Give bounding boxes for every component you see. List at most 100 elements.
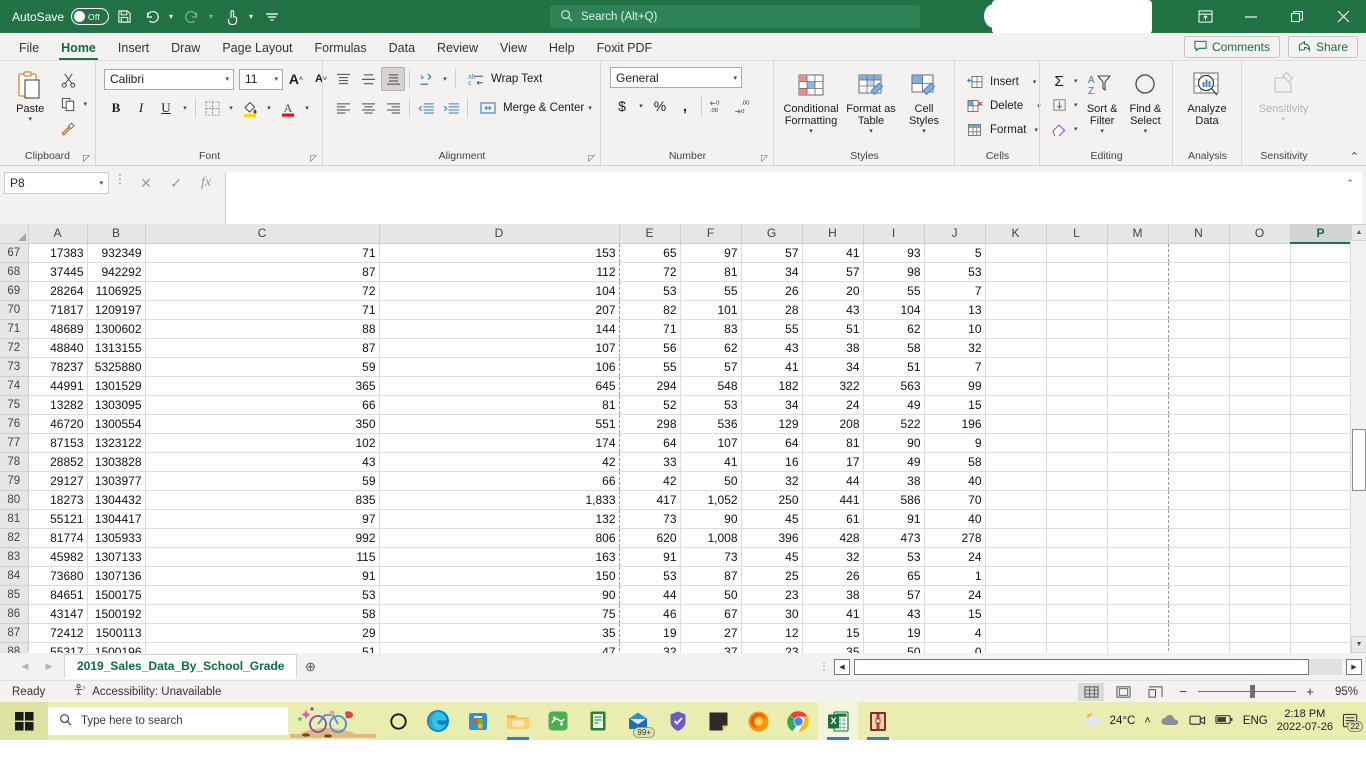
cell-J81[interactable]: 40 (924, 509, 986, 529)
cell-G80[interactable]: 250 (741, 490, 803, 510)
cell-N77[interactable] (1168, 433, 1230, 453)
scroll-down-button[interactable]: ▼ (1351, 636, 1366, 653)
firefox-icon[interactable] (738, 702, 778, 740)
row-header-73[interactable]: 73 (0, 357, 29, 377)
cell-B82[interactable]: 1305933 (87, 528, 146, 548)
cell-D71[interactable]: 144 (379, 319, 620, 339)
cell-F71[interactable]: 83 (680, 319, 742, 339)
horizontal-scroll-thumb[interactable] (854, 658, 1309, 675)
cell-D70[interactable]: 207 (379, 300, 620, 320)
cell-I81[interactable]: 91 (863, 509, 925, 529)
cell-I86[interactable]: 43 (863, 604, 925, 624)
zoom-out-button[interactable]: − (1174, 684, 1192, 699)
cell-M74[interactable] (1107, 376, 1169, 396)
cell-M84[interactable] (1107, 566, 1169, 586)
tab-review[interactable]: Review (426, 38, 489, 60)
cell-N70[interactable] (1168, 300, 1230, 320)
column-header-p[interactable]: P (1290, 224, 1352, 244)
cell-H79[interactable]: 44 (802, 471, 864, 491)
cell-C69[interactable]: 72 (145, 281, 380, 301)
cell-L79[interactable] (1046, 471, 1108, 491)
cell-K71[interactable] (985, 319, 1047, 339)
enter-icon[interactable]: ✓ (161, 172, 191, 194)
cell-N82[interactable] (1168, 528, 1230, 548)
font-color-dropdown-icon[interactable]: ▾ (301, 96, 313, 120)
fill-button[interactable]: ▾ (1045, 94, 1081, 116)
cell-D84[interactable]: 150 (379, 566, 620, 586)
cell-styles-button[interactable]: Cell Styles ▾ (900, 67, 948, 135)
underline-button[interactable]: U (154, 96, 178, 120)
cell-M81[interactable] (1107, 509, 1169, 529)
cell-M73[interactable] (1107, 357, 1169, 377)
cell-I88[interactable]: 50 (863, 642, 925, 653)
cell-J83[interactable]: 24 (924, 547, 986, 567)
cell-P82[interactable] (1290, 528, 1352, 548)
insert-function-icon[interactable]: fx (191, 172, 221, 194)
cell-L80[interactable] (1046, 490, 1108, 510)
cell-N67[interactable] (1168, 243, 1230, 263)
cell-C81[interactable]: 97 (145, 509, 380, 529)
cell-M79[interactable] (1107, 471, 1169, 491)
cell-C79[interactable]: 59 (145, 471, 380, 491)
cell-C71[interactable]: 88 (145, 319, 380, 339)
cell-D80[interactable]: 1,833 (379, 490, 620, 510)
cell-P79[interactable] (1290, 471, 1352, 491)
cell-J86[interactable]: 15 (924, 604, 986, 624)
mail-icon[interactable]: 99+ (618, 702, 658, 740)
clear-dropdown-icon[interactable]: ▾ (1074, 125, 1078, 133)
cell-I73[interactable]: 51 (863, 357, 925, 377)
cell-H86[interactable]: 41 (802, 604, 864, 624)
cell-B88[interactable]: 1500196 (87, 642, 146, 653)
scroll-left-button[interactable]: ◀ (834, 658, 850, 675)
cell-K76[interactable] (985, 414, 1047, 434)
cell-F72[interactable]: 62 (680, 338, 742, 358)
cell-C77[interactable]: 102 (145, 433, 380, 453)
cell-I80[interactable]: 586 (863, 490, 925, 510)
cell-D67[interactable]: 153 (379, 243, 620, 263)
search-input[interactable]: Search (Alt+Q) (550, 5, 920, 28)
scroll-right-button[interactable]: ▶ (1346, 658, 1362, 675)
cell-O75[interactable] (1229, 395, 1291, 415)
borders-dropdown-icon[interactable]: ▾ (225, 96, 237, 120)
expand-formula-bar-icon[interactable]: ⌃ (1342, 178, 1358, 230)
cell-K87[interactable] (985, 623, 1047, 643)
cell-E79[interactable]: 42 (619, 471, 681, 491)
undo-dropdown-icon[interactable]: ▾ (165, 12, 177, 21)
row-header-84[interactable]: 84 (0, 566, 29, 586)
cell-F86[interactable]: 67 (680, 604, 742, 624)
cell-B68[interactable]: 942292 (87, 262, 146, 282)
cell-M77[interactable] (1107, 433, 1169, 453)
row-header-77[interactable]: 77 (0, 433, 29, 453)
number-format-select[interactable]: General ▾ (610, 67, 742, 88)
grid-row[interactable]: 81 55121 1304417 97 132 73 90 45 61 91 40 (0, 509, 1352, 529)
cell-O68[interactable] (1229, 262, 1291, 282)
cell-E75[interactable]: 52 (619, 395, 681, 415)
cell-H85[interactable]: 38 (802, 585, 864, 605)
cell-K68[interactable] (985, 262, 1047, 282)
cell-D68[interactable]: 112 (379, 262, 620, 282)
decrease-indent-button[interactable] (414, 96, 438, 120)
cell-D69[interactable]: 104 (379, 281, 620, 301)
comments-button[interactable]: Comments (1183, 36, 1280, 58)
grid-row[interactable]: 80 18273 1304432 835 1,833 417 1,052 250 441 586 7… (0, 490, 1352, 510)
cell-H77[interactable]: 81 (802, 433, 864, 453)
cell-G83[interactable]: 45 (741, 547, 803, 567)
cell-F73[interactable]: 57 (680, 357, 742, 377)
cell-E78[interactable]: 33 (619, 452, 681, 472)
align-right-button[interactable] (381, 96, 405, 120)
row-header-86[interactable]: 86 (0, 604, 29, 624)
cell-M67[interactable] (1107, 243, 1169, 263)
cell-G87[interactable]: 12 (741, 623, 803, 643)
microsoft-store-icon[interactable] (458, 702, 498, 740)
tab-home[interactable]: Home (50, 38, 107, 60)
cell-K81[interactable] (985, 509, 1047, 529)
cell-G71[interactable]: 55 (741, 319, 803, 339)
cell-C70[interactable]: 71 (145, 300, 380, 320)
cell-L88[interactable] (1046, 642, 1108, 653)
cell-B72[interactable]: 1313155 (87, 338, 146, 358)
cell-O84[interactable] (1229, 566, 1291, 586)
number-dialog-launcher-icon[interactable]: ◸ (761, 153, 768, 164)
cell-O67[interactable] (1229, 243, 1291, 263)
cell-K77[interactable] (985, 433, 1047, 453)
undo-icon[interactable] (139, 4, 165, 30)
